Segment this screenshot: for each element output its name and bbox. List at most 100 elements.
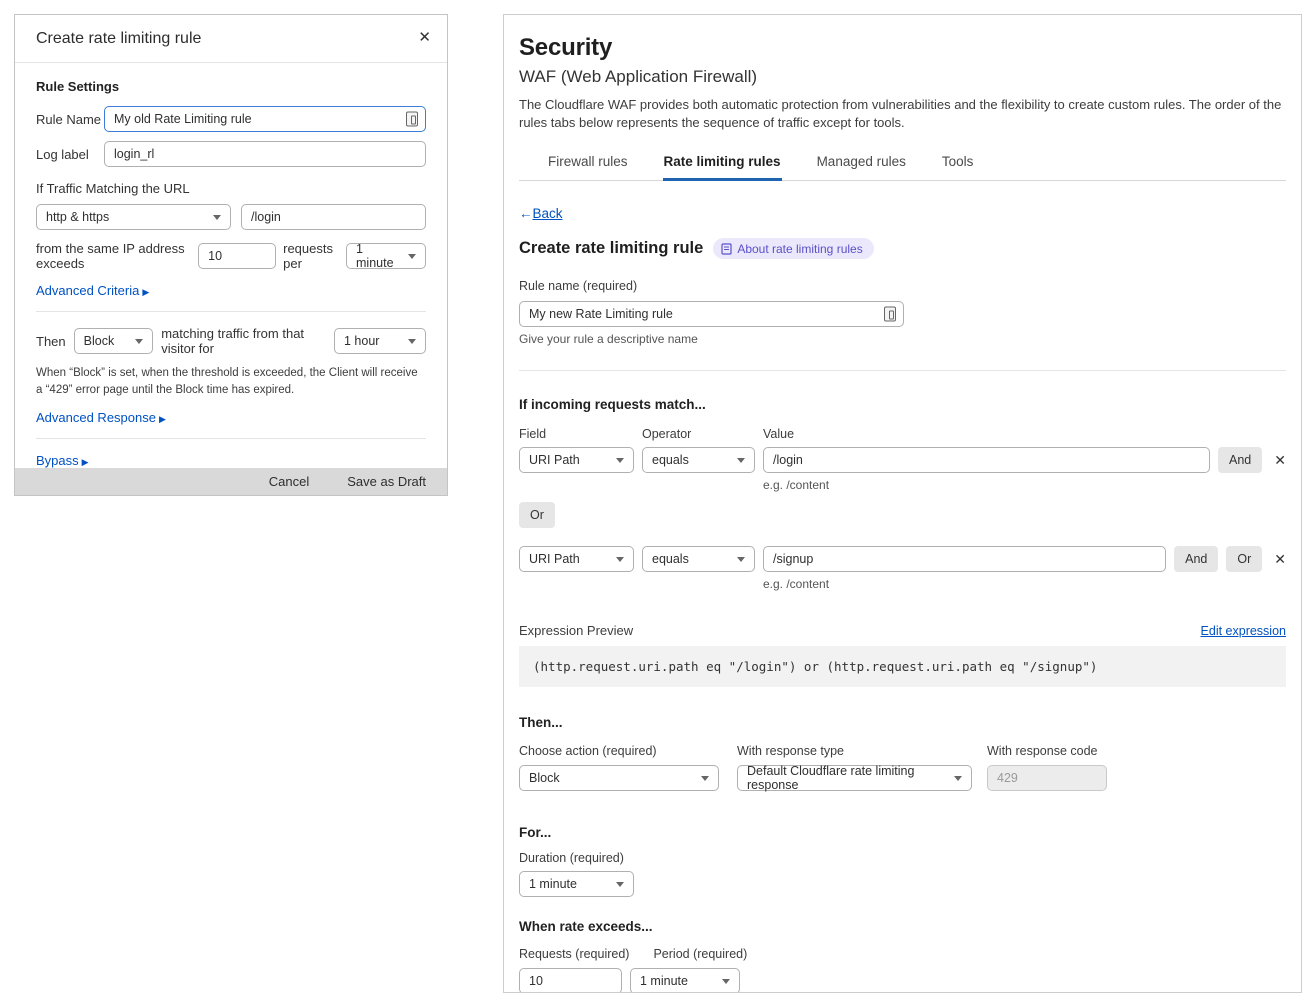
document-icon [721, 243, 732, 255]
duration-select[interactable]: 1 minute [519, 871, 634, 897]
tab-rate-limiting-rules[interactable]: Rate limiting rules [663, 145, 782, 181]
value-helper: e.g. /content [763, 478, 1210, 492]
period-select[interactable]: 1 minute [346, 243, 426, 269]
operator-select[interactable]: equals [642, 447, 755, 473]
expression-code: (http.request.uri.path eq "/login") or (… [519, 646, 1286, 687]
page-subtitle: WAF (Web Application Firewall) [519, 67, 1286, 87]
chevron-down-icon [616, 458, 624, 463]
rule-name-input-wrap [104, 106, 426, 132]
chevron-down-icon [616, 882, 624, 887]
chevron-down-icon [135, 339, 143, 344]
value-helper: e.g. /content [763, 577, 1166, 591]
response-code-input [987, 765, 1107, 791]
block-note: When “Block” is set, when the threshold … [36, 365, 426, 398]
choose-action-label: Choose action (required) [519, 744, 737, 758]
close-icon[interactable]: ✕ [418, 30, 431, 45]
dialog-body: Rule Settings Rule Name Log label If Tra… [15, 63, 447, 468]
response-type-select[interactable]: Default Cloudflare rate limiting respons… [737, 765, 972, 791]
cancel-button[interactable]: Cancel [269, 474, 309, 489]
response-type-label: With response type [737, 744, 987, 758]
about-rate-limiting-rules-badge[interactable]: About rate limiting rules [713, 238, 873, 259]
edit-expression-link[interactable]: Edit expression [1201, 624, 1286, 638]
save-as-draft-button[interactable]: Save as Draft [347, 474, 426, 489]
threshold-row: from the same IP address exceeds request… [36, 241, 426, 271]
rule-name-row: Rule Name [36, 106, 426, 132]
field-select[interactable]: URI Path [519, 546, 634, 572]
condition-row: URI Path equals e.g. /content And Or ✕ [519, 546, 1286, 591]
exceeds-prefix: from the same IP address exceeds [36, 241, 191, 271]
chevron-down-icon [954, 776, 962, 781]
chevron-down-icon [213, 215, 221, 220]
condition-row: URI Path equals e.g. /content And ✕ [519, 447, 1286, 492]
dialog-footer: Cancel Save as Draft [15, 468, 447, 495]
triangle-right-icon: ▶ [159, 414, 166, 424]
requests-input[interactable] [198, 243, 276, 269]
field-col-header: Field [519, 427, 642, 441]
remove-condition-icon[interactable]: ✕ [1274, 546, 1286, 572]
url-input[interactable] [241, 204, 426, 230]
field-select[interactable]: URI Path [519, 447, 634, 473]
value-col: e.g. /content [763, 447, 1210, 492]
condition-headers: Field Operator Value [519, 427, 1286, 441]
rule-name-input-wrap [519, 301, 904, 327]
chevron-down-icon [616, 557, 624, 562]
rule-settings-heading: Rule Settings [36, 79, 426, 94]
rule-name-label: Rule name (required) [519, 279, 1286, 293]
create-rate-limiting-rule-dialog: Create rate limiting rule ✕ Rule Setting… [14, 14, 448, 496]
requests-input[interactable] [519, 968, 622, 993]
then-suffix: matching traffic from that visitor for [161, 326, 326, 356]
operator-select[interactable]: equals [642, 546, 755, 572]
back-link[interactable]: ←Back [519, 206, 563, 221]
rule-name-input[interactable] [519, 301, 904, 327]
requests-label: Requests (required) [519, 947, 629, 961]
rate-section-title: When rate exceeds... [519, 919, 1286, 934]
tab-firewall-rules[interactable]: Firewall rules [547, 145, 629, 181]
divider [36, 438, 426, 439]
duration-label: Duration (required) [519, 851, 1286, 865]
rule-name-helper: Give your rule a descriptive name [519, 332, 1286, 346]
autofill-icon [884, 307, 896, 322]
advanced-criteria-link[interactable]: Advanced Criteria▶ [36, 283, 426, 298]
log-label-row: Log label [36, 141, 426, 167]
chevron-down-icon [722, 979, 730, 984]
divider [36, 311, 426, 312]
or-button[interactable]: Or [519, 502, 555, 528]
create-rule-heading: Create rate limiting rule [519, 239, 703, 258]
then-label: Then [36, 334, 66, 349]
or-button[interactable]: Or [1226, 546, 1262, 572]
tab-tools[interactable]: Tools [941, 145, 975, 181]
waf-tabs: Firewall rules Rate limiting rules Manag… [519, 145, 1286, 181]
requests-suffix: requests per [283, 241, 339, 271]
advanced-response-link[interactable]: Advanced Response▶ [36, 410, 426, 425]
block-duration-select[interactable]: 1 hour [334, 328, 426, 354]
triangle-right-icon: ▶ [142, 287, 149, 297]
action-select[interactable]: Block [519, 765, 719, 791]
tab-managed-rules[interactable]: Managed rules [816, 145, 907, 181]
chevron-down-icon [701, 776, 709, 781]
chevron-down-icon [737, 557, 745, 562]
value-col: e.g. /content [763, 546, 1166, 591]
period-select[interactable]: 1 minute [630, 968, 740, 993]
page-description: The Cloudflare WAF provides both automat… [519, 96, 1286, 132]
rule-name-label: Rule Name [36, 112, 104, 127]
scheme-select[interactable]: http & https [36, 204, 231, 230]
remove-condition-icon[interactable]: ✕ [1274, 447, 1286, 473]
url-match-row: http & https [36, 204, 426, 230]
chevron-down-icon [408, 254, 416, 259]
log-label-input[interactable] [104, 141, 426, 167]
page-title: Security [519, 34, 1286, 62]
then-row: Then Block matching traffic from that vi… [36, 326, 426, 356]
rule-name-input[interactable] [104, 106, 426, 132]
response-code-label: With response code [987, 744, 1097, 758]
action-select[interactable]: Block [74, 328, 154, 354]
traffic-match-label: If Traffic Matching the URL [36, 181, 426, 196]
and-button[interactable]: And [1218, 447, 1262, 473]
divider [519, 370, 1286, 371]
dialog-title: Create rate limiting rule [36, 30, 201, 48]
value-input[interactable] [763, 546, 1166, 572]
match-section-title: If incoming requests match... [519, 397, 1286, 412]
and-button[interactable]: And [1174, 546, 1218, 572]
bypass-link[interactable]: Bypass▶ [36, 453, 426, 468]
value-input[interactable] [763, 447, 1210, 473]
value-col-header: Value [763, 427, 794, 441]
